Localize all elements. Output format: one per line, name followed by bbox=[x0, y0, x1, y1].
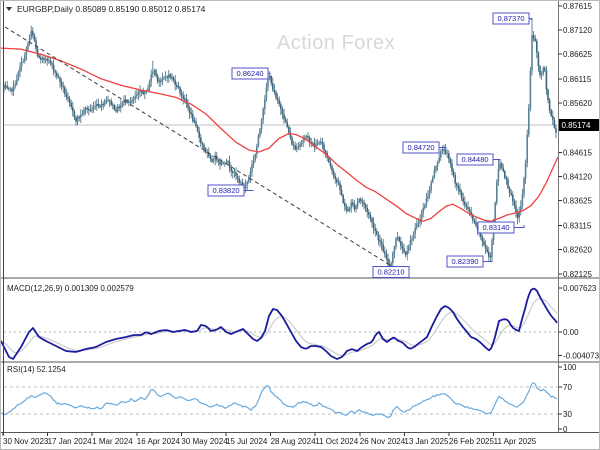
macd-axis-label: 0.007623 bbox=[563, 284, 597, 293]
price-axis-label: 0.83625 bbox=[563, 197, 592, 206]
price-axis-label: 0.86625 bbox=[563, 50, 592, 59]
chart-window: Action Forex 0.87615 0.87120 0.86625 0.8611… bbox=[0, 0, 600, 450]
price-axis-label: 0.84615 bbox=[563, 148, 592, 157]
callout-price-text: 0.86240 bbox=[236, 69, 263, 78]
date-axis-label: 15 Jul 2024 bbox=[226, 437, 268, 446]
date-axis-label: 30 Nov 2023 bbox=[3, 437, 49, 446]
rsi-panel bbox=[1, 382, 558, 419]
date-axis-label: 17 Jan 2024 bbox=[48, 437, 93, 446]
date-axis-label: 28 Aug 2024 bbox=[271, 437, 316, 446]
price-axis-label: 0.83115 bbox=[563, 222, 592, 231]
date-axis-label: 11 Oct 2024 bbox=[315, 437, 359, 446]
macd-axis-label: -0.004073 bbox=[563, 352, 600, 361]
callout-price-text: 0.82210 bbox=[377, 268, 404, 277]
symbol-dropdown-icon[interactable] bbox=[6, 7, 12, 11]
rsi-line bbox=[1, 382, 558, 419]
price-axis-label: 0.82620 bbox=[563, 246, 592, 255]
callout-price-text: 0.82390 bbox=[451, 257, 478, 266]
watermark: Action Forex bbox=[277, 32, 395, 54]
rsi-title: RSI(14) 52.1254 bbox=[7, 365, 66, 374]
panel-frame bbox=[1, 1, 599, 435]
macd-panel bbox=[1, 287, 558, 360]
macd-signal-line bbox=[1, 297, 558, 357]
macd-title: MACD(12,26,9) 0.001309 0.002579 bbox=[7, 284, 134, 293]
price-label-callout[interactable]: 0.84720 bbox=[402, 141, 447, 154]
price-axis-label: 0.82125 bbox=[563, 270, 592, 279]
price-label-callout[interactable]: 0.82390 bbox=[446, 255, 493, 268]
current-price-value: 0.85174 bbox=[562, 121, 591, 130]
rsi-axis-label: 70 bbox=[563, 383, 572, 392]
price-axis-label: 0.84120 bbox=[563, 172, 592, 181]
price-label-callout[interactable]: 0.82210 bbox=[372, 266, 410, 278]
callout-price-text: 0.84480 bbox=[461, 155, 488, 164]
chart-title-bar: EURGBP,Daily 0.85089 0.85190 0.85012 0.8… bbox=[6, 4, 206, 14]
callout-price-text: 0.84720 bbox=[407, 143, 434, 152]
rsi-axis-label: 30 bbox=[563, 410, 572, 419]
rsi-axis-label: 100 bbox=[563, 363, 577, 372]
price-axis-label: 0.85620 bbox=[563, 99, 592, 108]
price-axis-label: 0.86115 bbox=[563, 75, 592, 84]
price-label-callout[interactable]: 0.86240 bbox=[231, 67, 271, 80]
trendline[interactable] bbox=[4, 26, 391, 266]
macd-axis-label: 0.00 bbox=[563, 328, 579, 337]
price-label-callout[interactable]: 0.84480 bbox=[456, 153, 501, 166]
price-axis-label: 0.87615 bbox=[563, 2, 592, 11]
price-label-callout[interactable]: 0.83140 bbox=[477, 221, 525, 234]
date-axis: 30 Nov 2023 17 Jan 2024 1 Mar 2024 16 Apr 2… bbox=[2, 432, 537, 446]
callout-price-text: 0.83140 bbox=[482, 223, 509, 232]
date-axis-label: 16 Apr 2024 bbox=[137, 437, 181, 446]
price-label-callout[interactable]: 0.87370 bbox=[492, 12, 532, 25]
candlestick-series bbox=[3, 17, 557, 272]
date-axis-label: 30 May 2024 bbox=[181, 437, 228, 446]
rsi-axis-label: 0 bbox=[563, 425, 568, 434]
moving-average-line bbox=[1, 47, 559, 222]
callout-price-text: 0.87370 bbox=[497, 14, 524, 23]
date-axis-label: 11 Apr 2025 bbox=[494, 437, 537, 446]
price-axis-label: 0.87120 bbox=[563, 26, 592, 35]
callout-price-text: 0.83820 bbox=[212, 186, 239, 195]
chart-title: EURGBP,Daily 0.85089 0.85190 0.85012 0.8… bbox=[17, 4, 206, 14]
date-axis-label: 26 Feb 2025 bbox=[449, 437, 494, 446]
date-axis-label: 26 Nov 2024 bbox=[360, 437, 406, 446]
date-axis-label: 1 Mar 2024 bbox=[92, 437, 133, 446]
macd-main-line bbox=[1, 287, 558, 360]
date-axis-label: 13 Jan 2025 bbox=[404, 437, 449, 446]
price-axis: 0.87615 0.87120 0.86625 0.86115 0.85620 0.846… bbox=[558, 2, 600, 434]
